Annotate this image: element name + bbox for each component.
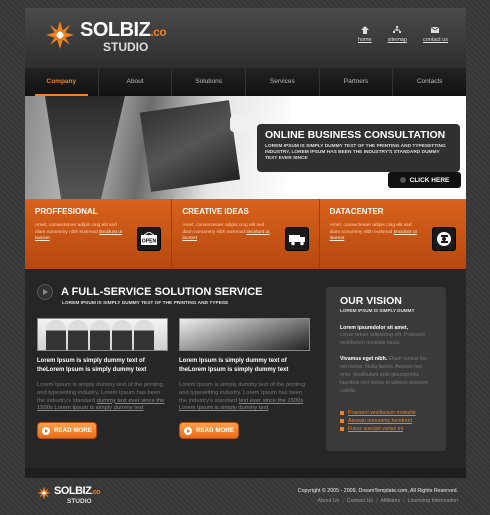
team-photo: [37, 318, 168, 351]
footer-link-affiliates[interactable]: Affiliates: [380, 498, 400, 504]
sitemap-icon: [393, 26, 402, 34]
arrow-right-icon: [42, 426, 51, 435]
vision-title: OUR VISION: [340, 295, 402, 307]
services-section: A FULL-SERVICE SOLUTION SERVICE LOREM IP…: [37, 284, 317, 440]
features-strip: PROFFESIONAL Amet, consectetuer adipis c…: [25, 199, 466, 269]
feature-datacenter: DATACENTER Amet, consectetuer adipis cin…: [320, 199, 466, 269]
footer: SOLBIZ.co STUDIO Copyright © 2005 - 2009…: [25, 478, 466, 515]
main-nav: Company About Solutions Services Partner…: [25, 68, 466, 96]
star-logo-icon: [45, 20, 75, 50]
copyright-text: Copyright © 2005 - 2009, DreamTemplate.c…: [297, 488, 458, 494]
main-content: A FULL-SERVICE SOLUTION SERVICE LOREM IP…: [25, 269, 466, 468]
bullet-icon: [340, 427, 344, 431]
footer-links: About Us | Contact Us | Affiliates | Licens…: [317, 498, 458, 504]
banner-title: ONLINE BUSINESS CONSULTATION: [265, 129, 446, 141]
footer-link-contact[interactable]: Contact Us: [347, 498, 373, 504]
section-subtitle: LOREM IPSUM IS SIMPLY DUMMY TEXT OF THE …: [62, 301, 229, 306]
home-link[interactable]: home: [358, 26, 372, 43]
footer-logo[interactable]: SOLBIZ.co STUDIO: [37, 486, 100, 505]
arrow-circle-icon: [37, 284, 53, 300]
feature-professional: PROFFESIONAL Amet, consectetuer adipis c…: [25, 199, 173, 269]
column-text: Lorem Ipsum is simply dummy text of the …: [179, 382, 305, 412]
escalator-photo: [179, 318, 310, 351]
nav-about[interactable]: About: [99, 68, 173, 96]
header: SOLBIZ.co STUDIO home sitemap contact us: [25, 8, 466, 68]
footer-link-about[interactable]: About Us: [318, 498, 340, 504]
home-icon: [360, 26, 369, 34]
vision-subtitle: LOREM IPSUM IS SIMPLY DUMMY: [340, 308, 415, 313]
service-column: Lorem Ipsum is simply dummy text of theL…: [37, 318, 168, 440]
read-more-button[interactable]: READ MORE: [37, 422, 97, 440]
logo[interactable]: SOLBIZ.co STUDIO: [45, 19, 167, 54]
click-here-button[interactable]: CLICK HERE: [388, 172, 461, 188]
vision-link[interactable]: Praesent vestibulum molestie: [340, 409, 432, 417]
page-container: SOLBIZ.co STUDIO home sitemap contact us…: [25, 8, 466, 478]
businessman-photo: [25, 96, 290, 199]
top-links: home sitemap contact us: [358, 26, 448, 43]
bullet-icon: [340, 419, 344, 423]
vision-links: Praesent vestibulum molestie Aenean nonu…: [340, 409, 432, 433]
footer-link-licensing[interactable]: Licensing Information: [408, 498, 458, 504]
nav-services[interactable]: Services: [246, 68, 320, 96]
service-column: Lorem Ipsum is simply dummy text of theL…: [179, 318, 310, 440]
nav-company[interactable]: Company: [25, 68, 99, 96]
logo-name: SOLBIZ.co: [80, 19, 167, 41]
column-text: Lorem Ipsum is simply dummy text of the …: [37, 382, 165, 412]
vision-panel: OUR VISION LOREM IPSUM IS SIMPLY DUMMY L…: [326, 287, 446, 451]
banner-textbox: ONLINE BUSINESS CONSULTATION LOREM IPSUM…: [257, 124, 460, 172]
page-bottom-bar: [25, 468, 466, 478]
read-more-button[interactable]: READ MORE: [179, 422, 239, 440]
nav-solutions[interactable]: Solutions: [172, 68, 247, 96]
feature-creative: CREATIVE IDEAS Amet, consectetuer adipis…: [172, 199, 320, 269]
vision-link[interactable]: Fusce suscipit varius mi: [340, 425, 432, 433]
open-sign-icon: OPEN: [137, 227, 162, 251]
section-title: A FULL-SERVICE SOLUTION SERVICE: [61, 286, 263, 298]
copyright: Copyright © 2005 - 2009, DreamTemplate.c…: [298, 488, 458, 504]
hero-banner: ONLINE BUSINESS CONSULTATION LOREM IPSUM…: [25, 96, 466, 199]
nav-contacts[interactable]: Contacts: [393, 68, 466, 96]
logo-sub: STUDIO: [103, 40, 149, 54]
bullet-icon: [340, 411, 344, 415]
contact-link[interactable]: contact us: [423, 26, 448, 43]
vision-link[interactable]: Aenean nonummy hendrerit: [340, 417, 432, 425]
svg-text:OPEN: OPEN: [142, 239, 157, 245]
column-heading: Lorem Ipsum is simply dummy text of theL…: [37, 358, 147, 373]
footer-logo-sub: STUDIO: [67, 498, 92, 505]
sitemap-link[interactable]: sitemap: [388, 26, 407, 43]
mail-icon: [431, 26, 440, 34]
disk-icon: [431, 227, 456, 251]
nav-partners[interactable]: Partners: [320, 68, 394, 96]
column-heading: Lorem Ipsum is simply dummy text of theL…: [179, 358, 289, 373]
bullet-icon: [399, 177, 406, 183]
banner-text: LOREM IPSUM IS SIMPLY DUMMY TEXT OF THE …: [265, 144, 446, 161]
star-logo-icon: [37, 486, 51, 500]
arrow-right-icon: [184, 426, 193, 435]
truck-icon: [284, 227, 309, 251]
footer-logo-name: SOLBIZ.co: [54, 485, 100, 497]
